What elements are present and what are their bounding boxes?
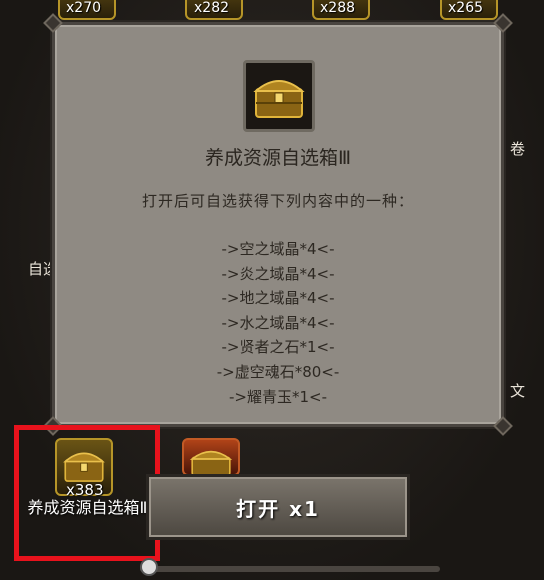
item-icon-frame	[243, 60, 315, 132]
option-item: ->贤者之石*1<-	[221, 338, 335, 357]
item-count: x265	[448, 0, 484, 16]
option-item: ->虚空魂石*80<-	[216, 362, 340, 381]
option-item: ->水之域晶*4<-	[221, 313, 335, 332]
option-list: ->空之域晶*4<- ->炎之域晶*4<- ->地之域晶*4<- ->水之域晶*…	[55, 237, 501, 409]
background-label: 卷	[510, 140, 526, 158]
background-label: 文	[510, 382, 526, 400]
item-slot[interactable]	[182, 438, 240, 476]
option-item: ->耀青玉*1<-	[228, 387, 327, 406]
open-button[interactable]: 打开 x1	[146, 474, 410, 540]
option-item: ->地之域晶*4<-	[221, 289, 335, 308]
treasure-chest-icon	[189, 450, 233, 476]
treasure-chest-icon	[253, 80, 305, 118]
popup-title: 养成资源自选箱Ⅲ	[204, 147, 352, 169]
option-item: ->空之域晶*4<-	[221, 240, 335, 258]
item-info-popup: 养成资源自选箱Ⅲ 打开后可自选获得下列内容中的一种： ->空之域晶*4<- ->…	[43, 13, 513, 436]
popup-description: 打开后可自选获得下列内容中的一种：	[141, 192, 414, 210]
option-item: ->炎之域晶*4<-	[221, 264, 335, 283]
item-count: x270	[66, 0, 102, 16]
selection-highlight	[14, 425, 160, 561]
quantity-slider-knob[interactable]	[140, 558, 158, 576]
item-count: x282	[194, 0, 230, 16]
quantity-slider-track[interactable]	[140, 566, 440, 572]
item-count: x288	[320, 0, 356, 16]
